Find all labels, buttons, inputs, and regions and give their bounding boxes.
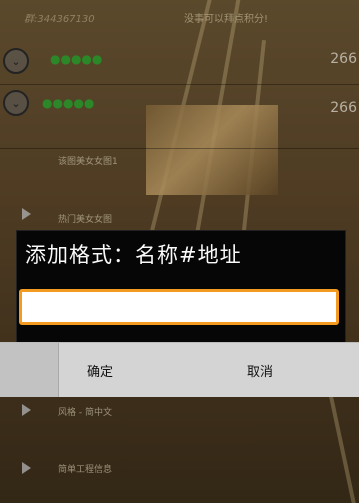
dialog-title: 添加格式：名称#地址	[25, 243, 242, 267]
cancel-button[interactable]: 取消	[210, 343, 310, 397]
add-dialog: 添加格式：名称#地址	[16, 230, 346, 344]
ok-button[interactable]: 确定	[58, 343, 142, 397]
dialog-button-bar: 确定 取消	[0, 342, 359, 397]
name-address-input[interactable]	[19, 289, 339, 325]
button-bar-left-edge	[0, 343, 59, 397]
